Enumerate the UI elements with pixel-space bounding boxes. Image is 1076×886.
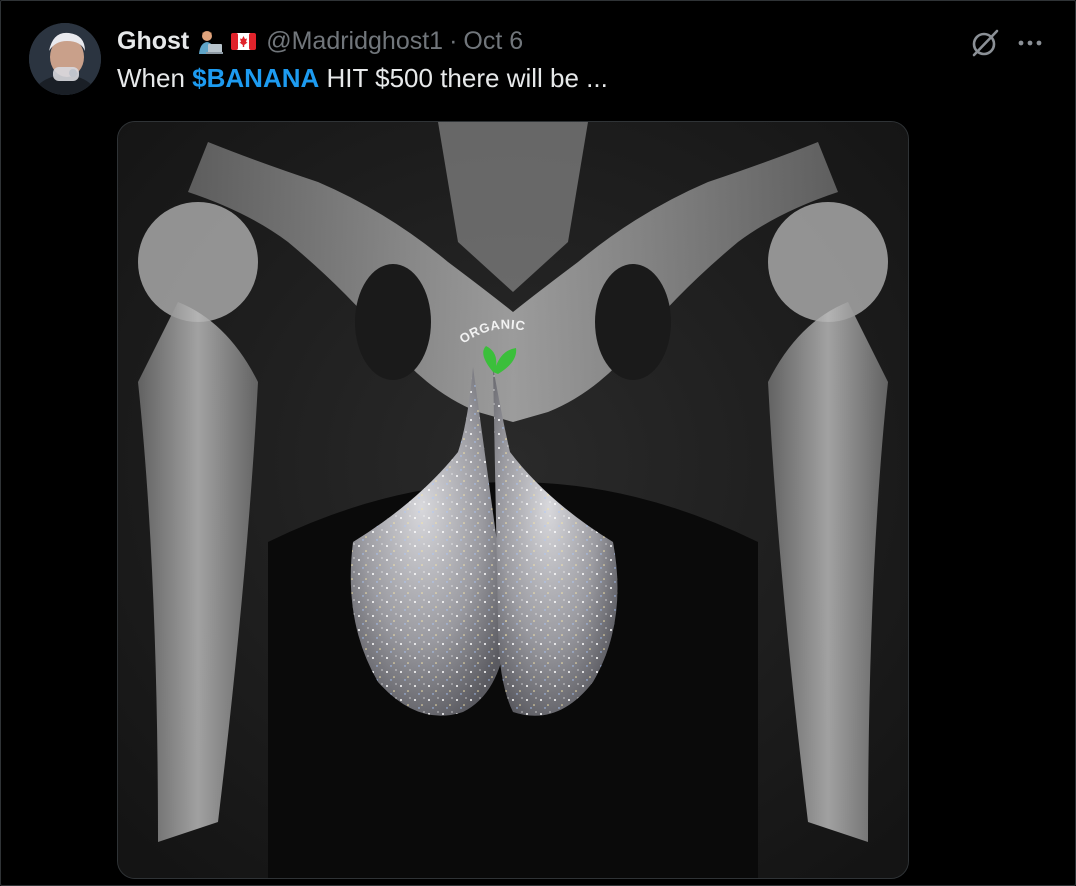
author-name[interactable]: Ghost <box>117 27 189 56</box>
tweet-text-after: HIT $500 there will be ... <box>319 63 608 93</box>
tweet-text: When $BANANA HIT $500 there will be ... <box>117 63 608 94</box>
technologist-emoji-icon <box>196 28 224 55</box>
tweet-media-image[interactable]: ORGANIC <box>117 121 909 879</box>
author-handle[interactable]: @Madridghost1 <box>266 27 443 56</box>
xray-image: ORGANIC <box>118 122 908 878</box>
tweet-card[interactable]: Ghost @Madridghost1 · Oct 6 When $BANANA… <box>0 0 1076 886</box>
tweet-date[interactable]: Oct 6 <box>463 27 523 56</box>
author-avatar[interactable] <box>29 23 101 95</box>
tweet-text-before: When <box>117 63 193 93</box>
grok-icon[interactable] <box>969 27 1001 59</box>
avatar-image <box>29 23 101 95</box>
tweet-actions <box>969 27 1045 59</box>
canada-flag-icon <box>230 28 257 55</box>
header-separator: · <box>449 26 458 55</box>
cashtag-link[interactable]: $BANANA <box>192 63 319 93</box>
more-options-icon[interactable] <box>1015 28 1045 58</box>
tweet-header: Ghost @Madridghost1 · Oct 6 <box>117 25 523 57</box>
